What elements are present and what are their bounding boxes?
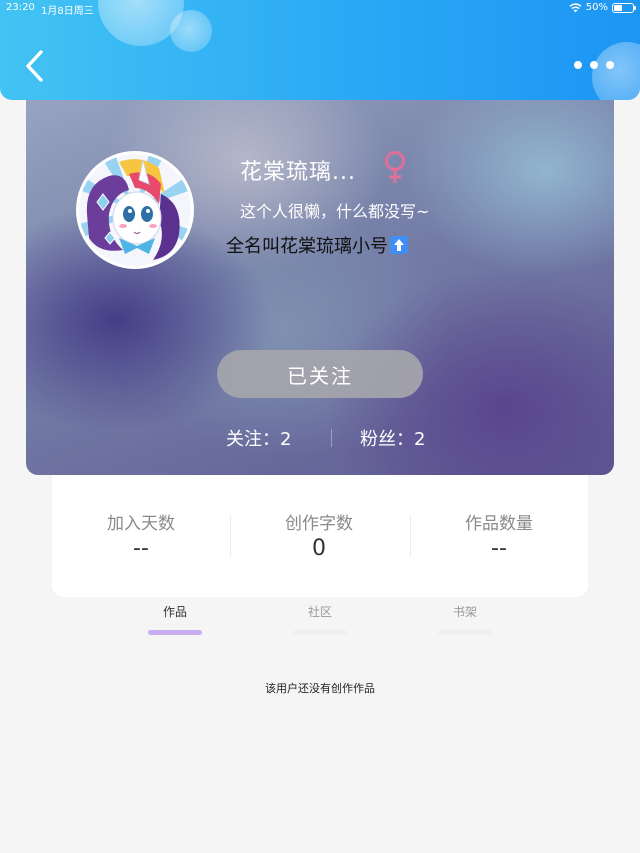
status-right: 50% (569, 2, 636, 13)
more-dots-icon (574, 61, 582, 69)
stat-join-days: 加入天数 -- (52, 509, 230, 561)
up-arrow-icon (390, 236, 408, 254)
female-icon (385, 151, 405, 183)
following-count[interactable]: 关注：2 (226, 425, 291, 451)
stat-word-count: 创作字数 0 (230, 509, 408, 561)
follow-stats: 关注：2 粉丝：2 (26, 425, 614, 451)
status-bar: 23:20 1月8日周三 50% (0, 0, 640, 17)
status-time: 23:20 (6, 2, 35, 13)
stat-value: -- (491, 536, 507, 561)
wifi-icon (569, 2, 582, 13)
back-button[interactable] (22, 48, 48, 84)
avatar[interactable] (79, 154, 191, 266)
stat-label: 作品数量 (465, 514, 533, 534)
tab-label: 作品 (162, 605, 187, 619)
tab-indicator (293, 630, 347, 635)
battery-percent: 50% (585, 2, 608, 13)
follow-button[interactable]: 已关注 (217, 350, 423, 398)
divider (331, 429, 332, 447)
nickname: 花棠琉璃... (240, 160, 356, 185)
tab-label: 社区 (307, 605, 332, 619)
chevron-left-icon (26, 50, 43, 82)
tab-bar: 作品 社区 书架 (0, 603, 640, 639)
stat-works-count: 作品数量 -- (410, 509, 588, 561)
tab-bookshelf[interactable]: 书架 (435, 603, 495, 635)
stat-value: 0 (312, 536, 326, 561)
tab-works[interactable]: 作品 (145, 603, 205, 635)
battery-icon (612, 2, 636, 13)
stat-label: 加入天数 (107, 514, 175, 534)
more-dots-icon (590, 61, 598, 69)
more-button[interactable] (574, 54, 614, 76)
tab-indicator (438, 630, 492, 635)
stat-value: -- (133, 536, 149, 561)
more-dots-icon (606, 61, 614, 69)
stat-label: 创作字数 (285, 514, 353, 534)
decor-bubble (170, 10, 212, 52)
signature-text: 全名叫花棠琉璃小号 (226, 236, 388, 257)
profile-card: 花棠琉璃... 这个人很懒，什么都没写~ 全名叫花棠琉璃小号 已关注 关注：2 … (26, 80, 614, 475)
empty-state-message: 该用户还没有创作作品 (265, 682, 375, 695)
avatar-image (79, 154, 191, 266)
battery-fill (614, 4, 622, 11)
tab-community[interactable]: 社区 (290, 603, 350, 635)
tab-indicator (148, 630, 202, 635)
bio-text: 这个人很懒，什么都没写~ (240, 202, 430, 221)
signature: 全名叫花棠琉璃小号 (226, 232, 408, 258)
tab-label: 书架 (452, 605, 477, 619)
fans-count[interactable]: 粉丝：2 (360, 425, 425, 451)
status-date: 1月8日周三 (41, 6, 94, 17)
stats-card: 加入天数 -- 创作字数 0 作品数量 -- (52, 475, 588, 597)
